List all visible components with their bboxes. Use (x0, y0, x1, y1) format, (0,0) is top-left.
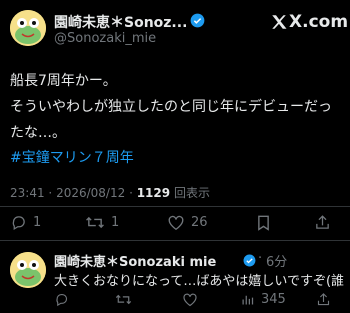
share-icon (314, 214, 331, 231)
verified-icon (190, 13, 205, 32)
reply-count: 1 (33, 215, 42, 230)
author-avatar[interactable] (10, 10, 46, 46)
meta-separator: · (258, 251, 263, 266)
like-icon (167, 214, 185, 231)
reply-like-button[interactable] (182, 292, 198, 307)
bookmark-icon (256, 214, 271, 231)
reply-author-name[interactable]: 園崎未恵＊Sonozaki mie (54, 251, 216, 270)
views-label: 回表示 (173, 186, 210, 200)
bookmark-button[interactable] (256, 214, 271, 231)
post-date[interactable]: 2026/08/12 (56, 186, 125, 200)
reply-repost-button[interactable] (115, 292, 132, 307)
reply-avatar[interactable] (10, 252, 46, 288)
brand-label: X.com (289, 12, 349, 32)
like-button[interactable]: 26 (167, 214, 208, 231)
repost-count: 1 (111, 215, 120, 230)
post-line-2: そういやわしが独立したのと同じ年にデビューだっ (10, 99, 332, 115)
like-icon (182, 292, 198, 307)
reply-age[interactable]: 6分 (266, 251, 287, 270)
views-count: 1129 (136, 186, 171, 200)
divider (0, 206, 350, 207)
repost-icon (85, 214, 105, 231)
meta-separator: · (48, 186, 57, 200)
post-time[interactable]: 23:41 (10, 186, 45, 200)
post-meta: 23:41 · 2026/08/12 · 1129 回表示 (10, 184, 210, 201)
repost-icon (115, 292, 132, 307)
reply-share-button[interactable] (316, 292, 331, 307)
x-logo-icon (270, 13, 288, 35)
post-line-3: たな…。 (10, 125, 66, 141)
repost-button[interactable]: 1 (85, 214, 119, 231)
reply-text: 大きくおなりになって…ばあやは嬉しいですぞ(誰 (54, 274, 345, 289)
views-icon (240, 292, 255, 307)
like-count: 26 (191, 215, 208, 230)
divider (0, 240, 350, 241)
verified-icon (243, 252, 256, 271)
author-name[interactable]: 園崎未恵＊Sonoz... (54, 12, 187, 32)
reply-views-count: 345 (261, 292, 286, 307)
reply-button[interactable]: 1 (10, 214, 41, 231)
share-icon (316, 292, 331, 307)
reply-icon (54, 292, 69, 307)
hashtag-link[interactable]: #宝鐘マリン７周年 (10, 147, 134, 167)
author-handle[interactable]: @Sonozaki_mie (54, 31, 156, 46)
reply-icon (10, 214, 27, 231)
share-button[interactable] (314, 214, 331, 231)
post-line-1: 船長7周年かー。 (10, 73, 117, 89)
reply-views-button[interactable]: 345 (240, 292, 286, 307)
reply-reply-button[interactable] (54, 292, 69, 307)
meta-separator: · (129, 186, 137, 200)
